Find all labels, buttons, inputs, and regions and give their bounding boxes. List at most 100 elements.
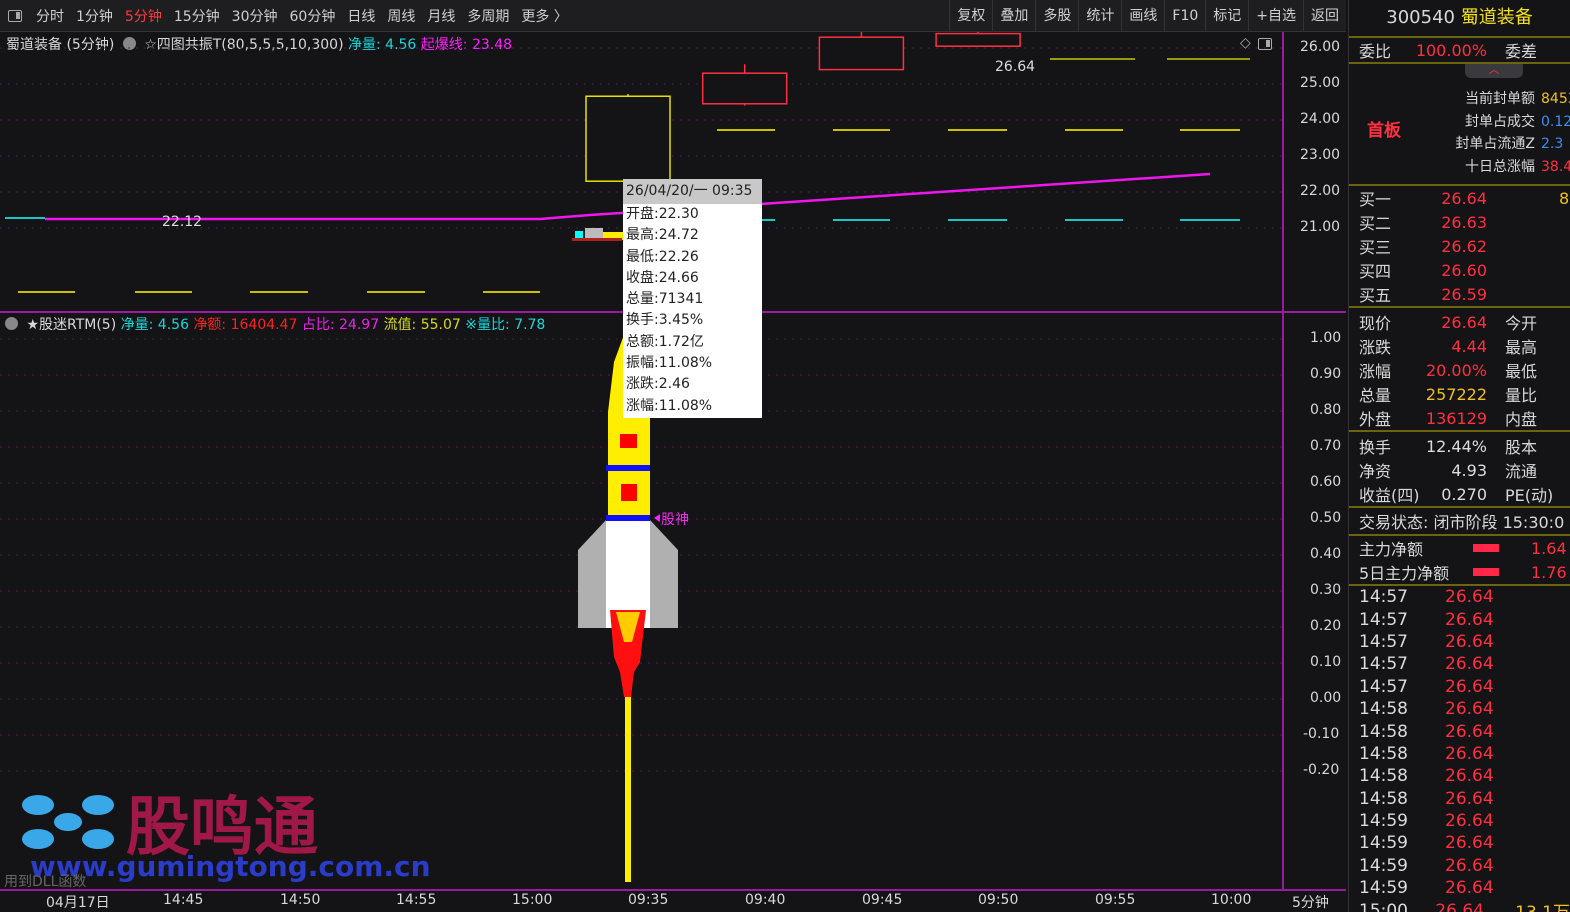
- stat-label: 今开: [1505, 314, 1538, 333]
- candle-body: [585, 95, 671, 182]
- bid-label: 买五: [1359, 286, 1392, 305]
- toolbar-button[interactable]: 画线: [1121, 0, 1164, 32]
- sub-indicator-name[interactable]: ★股迷RTM(5): [26, 317, 116, 333]
- tick-volume: 13.1万: [1515, 898, 1570, 912]
- tooltip-item: 涨幅:11.08%: [626, 397, 713, 414]
- tick-row: 14:59 26.64: [1349, 855, 1570, 877]
- dll-note: 用到DLL函数: [4, 874, 87, 890]
- period-tab[interactable]: 月线: [421, 6, 461, 26]
- tooltip-item: 总量:71341: [626, 291, 704, 308]
- period-tab[interactable]: 60分钟: [284, 6, 342, 26]
- time-tick: 09:40: [745, 892, 786, 908]
- stock-header: 300540 蜀道装备: [1349, 0, 1570, 36]
- bid-price: 26.63: [1441, 212, 1487, 232]
- stat-row: 现价 26.64 今开: [1349, 310, 1570, 334]
- sub-tick: 0.10: [1310, 654, 1342, 670]
- tooltip-item: 振幅:11.08%: [626, 355, 713, 372]
- time-tick: 09:45: [862, 892, 903, 908]
- lb-value: ※量比: 7.78: [465, 317, 546, 333]
- tick-row: 14:58 26.64: [1349, 698, 1570, 720]
- sub-tick: 0.60: [1310, 474, 1342, 490]
- tooltip-item: 收盘:24.66: [626, 269, 699, 286]
- tick-price: 26.64: [1435, 900, 1484, 912]
- bid-price: 26.59: [1441, 284, 1487, 304]
- period-tab[interactable]: 分时: [30, 6, 70, 26]
- tooltip-item: 最高:24.72: [626, 227, 699, 244]
- tooltip-item: 总额:1.72亿: [626, 333, 704, 350]
- stat-value: 4.93: [1451, 460, 1487, 480]
- seal-label: 十日总涨幅: [1465, 158, 1535, 175]
- stat-label: 量比: [1505, 386, 1538, 405]
- price-tick: 26.00: [1300, 39, 1341, 55]
- time-tick: 04月17日: [46, 895, 110, 911]
- stat-value: 4.44: [1451, 336, 1487, 356]
- bid-row[interactable]: 买四 26.60: [1349, 258, 1570, 282]
- weibi-value: 100.00%: [1415, 40, 1487, 60]
- candle-tooltip: 26/04/20/一 09:35 开盘:22.30 最高:24.72 最低:22.2…: [623, 179, 762, 418]
- seal-value: 0.12: [1541, 113, 1570, 130]
- tick-time: 14:59: [1359, 811, 1408, 832]
- toolbar-button[interactable]: F10: [1164, 0, 1205, 32]
- stat-value: 12.44%: [1425, 436, 1487, 456]
- tick-price: 26.64: [1445, 743, 1494, 764]
- sub-tick: 0.00: [1310, 690, 1342, 706]
- tick-price: 26.64: [1445, 676, 1494, 697]
- bid-row[interactable]: 买五 26.59: [1349, 282, 1570, 306]
- toolbar-button[interactable]: 返回: [1303, 0, 1346, 32]
- toolbar: 分时 1分钟 5分钟 15分钟 30分钟 60分钟 日线 周线 月线 多周期 更多 〉 复权 叠加 多股…: [0, 0, 1346, 32]
- flow-bar: [1473, 568, 1499, 576]
- sub-tick: 0.20: [1310, 618, 1342, 634]
- period-tab[interactable]: 多周期: [461, 6, 515, 26]
- period-tab[interactable]: 30分钟: [226, 6, 284, 26]
- tick-price: 26.64: [1445, 833, 1494, 854]
- tick-time: 14:58: [1359, 766, 1408, 787]
- toolbar-button[interactable]: 标记: [1205, 0, 1248, 32]
- bid-label: 买四: [1359, 262, 1392, 281]
- stat-row: 总量 257222 量比: [1349, 382, 1570, 406]
- seal-row: 当前封单额 8453: [1449, 88, 1570, 111]
- period-tab[interactable]: 更多 〉: [515, 6, 573, 26]
- stat-label: 最低: [1505, 362, 1538, 381]
- tooltip-item: 最低:22.26: [626, 248, 699, 265]
- stat-row: 净资 4.93 流通: [1349, 458, 1570, 482]
- sub-chart-title: ★股迷RTM(5) 净量: 4.56 净额: 16404.47 占比: 24.9…: [5, 314, 545, 334]
- stat-row: 收益(四) 0.270 PE(动): [1349, 482, 1570, 506]
- stat-label: 换手: [1359, 438, 1392, 457]
- period-tab[interactable]: 周线: [381, 6, 421, 26]
- period-badge[interactable]: 5分钟: [1292, 892, 1329, 912]
- bid-row[interactable]: 买一 26.64 8: [1349, 186, 1570, 210]
- time-tick: 14:50: [280, 892, 321, 908]
- toolbar-button[interactable]: +自选: [1248, 0, 1303, 32]
- period-tab[interactable]: 5分钟: [119, 6, 168, 26]
- sub-tick: 0.80: [1310, 402, 1342, 418]
- seal-section: ︿ 首板 当前封单额 8453 封单占成交 0.12 封单占流通Z 2.3 十日总涨幅 38.…: [1349, 64, 1570, 184]
- period-tab[interactable]: 1分钟: [70, 6, 119, 26]
- price-tick: 25.00: [1300, 75, 1341, 91]
- sub-tick: -0.10: [1303, 726, 1340, 742]
- indicator-dropdown-icon[interactable]: [5, 317, 18, 330]
- flow-value: 1.76: [1531, 562, 1567, 582]
- sub-tick: 0.40: [1310, 546, 1342, 562]
- flow-row: 5日主力净额 1.76: [1349, 560, 1570, 584]
- toolbar-button[interactable]: 统计: [1078, 0, 1121, 32]
- period-tab[interactable]: 15分钟: [168, 6, 226, 26]
- bid-row[interactable]: 买三 26.62: [1349, 234, 1570, 258]
- flow-row: 主力净额 1.64: [1349, 536, 1570, 560]
- panel-toggle-icon[interactable]: [8, 9, 22, 22]
- time-tick: 15:00: [512, 892, 553, 908]
- tick-time: 14:57: [1359, 609, 1408, 630]
- seal-row: 十日总涨幅 38.4: [1449, 156, 1570, 179]
- gushen-marker: 股神: [661, 512, 689, 528]
- bid-row[interactable]: 买二 26.63: [1349, 210, 1570, 234]
- seal-label: 当前封单额: [1465, 91, 1535, 107]
- toolbar-button[interactable]: 叠加: [992, 0, 1035, 32]
- tooltip-header: 26/04/20/一 09:35: [623, 179, 762, 204]
- toolbar-button[interactable]: 复权: [949, 0, 992, 32]
- tick-price: 26.64: [1445, 878, 1494, 899]
- toolbar-button[interactable]: 多股: [1035, 0, 1078, 32]
- tick-row: 14:58 26.64: [1349, 765, 1570, 787]
- period-tab[interactable]: 日线: [341, 6, 381, 26]
- tick-row: 14:58 26.64: [1349, 788, 1570, 810]
- collapse-button[interactable]: ︿: [1465, 64, 1523, 78]
- tick-price: 26.64: [1445, 811, 1494, 832]
